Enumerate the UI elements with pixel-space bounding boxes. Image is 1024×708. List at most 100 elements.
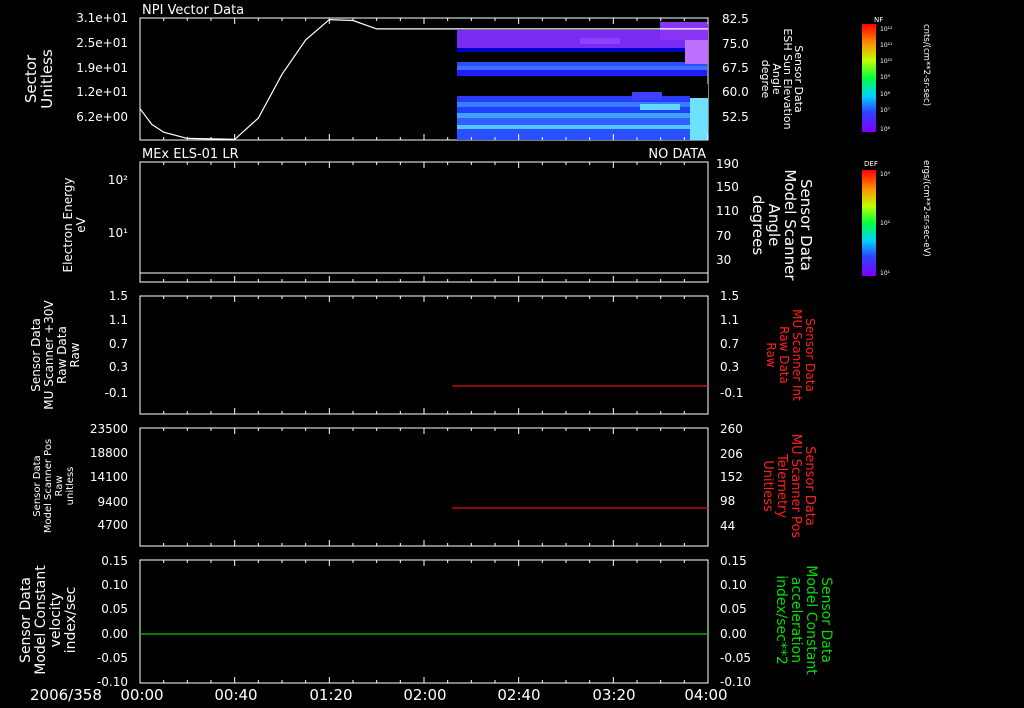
y2-axis-label: degree [759,60,772,99]
panel-npi-vector: NPI Vector Data 3.1e+01 2.5e+01 1.9e+01 … [22,3,805,141]
y2-tick-label: 82.5 [722,12,749,26]
y2-tick-label: 206 [720,447,743,461]
y-tick-label: 18800 [90,446,128,460]
colorbar-tick: 10² [880,220,891,227]
y2-tick-label: 1.5 [720,289,739,303]
colorbar-tick: 10¹⁰ [880,58,893,65]
y2-axis-label: Model Constant [803,565,819,675]
y2-tick-label: 60.0 [722,85,749,99]
y2-axis-label: Sensor Data [803,318,817,392]
y-tick-label: 0.00 [101,627,128,641]
panel-els: MEx ELS-01 LR NO DATA 10² 10¹ 190 150 11… [61,147,815,283]
time-tick-label: 00:40 [214,686,257,704]
spectrogram-band [457,125,707,129]
spectrogram-patch [685,40,708,64]
y-tick-label: -0.1 [105,386,128,400]
y-axis-label: Electron Energy [61,177,75,272]
colorbar-unit-label: ergs/(cm**2-sr-sec-eV) [921,160,931,257]
panel-frame [139,295,709,415]
y2-tick-label: 1.1 [720,313,739,327]
y2-axis-label: MU Scanner Pos [788,434,803,539]
y-axis-label: unitless [65,467,76,506]
y2-axis-label: Telemetry [774,453,789,518]
colorbar-title: DEF [864,160,878,168]
spectrogram-band [457,96,707,102]
y-tick-label: 0.7 [109,337,128,351]
y2-tick-label: 98 [720,494,735,508]
y2-tick-label: -0.05 [720,651,751,665]
colorbar-tick: 10⁸ [880,91,891,98]
y2-tick-label: 75.0 [722,37,749,51]
panel-scanner-30v: 1.5 1.1 0.7 0.3 -0.1 1.5 1.1 0.7 0.3 -0.… [29,289,817,415]
date-label: 2006/358 [30,686,102,704]
y-tick-label: 0.05 [101,602,128,616]
y-axis-label: Sensor Data [18,577,34,663]
y2-tick-label: 150 [716,180,739,194]
y2-axis-label: acceleration [788,577,804,663]
y2-tick-label: 67.5 [722,61,749,75]
y2-axis-label: Sensor Data [818,577,834,663]
y-tick-label: 6.2e+00 [76,110,128,124]
time-tick-label: 01:20 [309,686,352,704]
y-axis-label: Unitless [38,49,56,109]
y2-tick-label: 0.10 [720,578,747,592]
panel-frame [139,427,709,547]
spectrogram-band [457,52,707,62]
time-tick-label: 04:00 [684,686,727,704]
y2-axis-label: Sensor Data [802,446,817,526]
spectrogram-patch [660,22,708,40]
panel-model-constant: 0.15 0.10 0.05 0.00 -0.05 -0.10 0.15 0.1… [18,554,834,689]
y2-axis-label: Unitless [760,460,775,512]
panel-frame [139,161,709,283]
y2-tick-label: 110 [716,204,739,218]
y2-tick-label: 30 [716,253,731,267]
y-axis-label: Model Constant [33,565,49,675]
y-tick-label: 3.1e+01 [76,11,128,25]
colorbar-nf: NF 10¹² 10¹¹ 10¹⁰ 10⁹ 10⁸ 10⁷ 10⁶ cnts/(… [862,16,931,133]
colorbar-tick: 10¹² [880,26,893,33]
spectrogram-patch [640,104,680,110]
y-axis-label: Model Scanner Pos [43,439,54,533]
spectrogram-patch [690,98,708,140]
y-axis-label: MU Scanner +30V [42,300,56,410]
y-tick-label: 2.5e+01 [76,36,128,50]
spectrogram-band [457,66,707,70]
y2-tick-label: -0.1 [720,386,743,400]
y2-tick-label: 0.05 [720,602,747,616]
y-tick-label: 23500 [90,422,128,436]
spectrogram-band [457,113,707,118]
y-tick-label: 10¹ [108,226,128,240]
colorbar-def: DEF 10⁴ 10² 10¹ ergs/(cm**2-sr-sec-eV) [862,160,931,277]
y-axis-label: Raw [68,342,82,367]
y-tick-label: 0.10 [101,578,128,592]
spectrogram-band [457,76,707,96]
y-axis-label: Sensor Data [32,455,43,516]
y2-tick-label: 260 [720,422,743,436]
y2-axis-label: Raw [764,342,778,367]
y-tick-label: 0.15 [101,554,128,568]
y-tick-label: 0.3 [109,360,128,374]
panel-frame [139,559,709,684]
y2-tick-label: 190 [716,157,739,171]
y-tick-label: 1.5 [109,289,128,303]
y-tick-label: 14100 [90,470,128,484]
time-tick-label: 00:00 [120,686,163,704]
spectrogram-band [457,118,707,125]
y-tick-label: 1.9e+01 [76,61,128,75]
time-tick-label: 02:40 [497,686,540,704]
spectrogram-patch [690,84,708,98]
y-tick-label: 1.2e+01 [76,85,128,99]
spectrogram [457,22,708,140]
time-tick-label: 02:00 [403,686,446,704]
time-axis: 2006/358 00:00 00:40 01:20 02:00 02:40 0… [30,686,728,704]
y-axis-label: Raw [54,475,65,496]
y-tick-label: 4700 [97,518,128,532]
y-tick-label: 1.1 [109,313,128,327]
y2-tick-label: 70 [716,229,731,243]
colorbar-tick: 10⁷ [880,107,891,114]
y-axis-label: index/sec [63,587,79,654]
multi-panel-plot: NPI Vector Data 3.1e+01 2.5e+01 1.9e+01 … [18,3,931,704]
panel-title: NPI Vector Data [142,3,244,18]
y2-tick-label: 0.7 [720,337,739,351]
colorbar-gradient [862,24,876,132]
